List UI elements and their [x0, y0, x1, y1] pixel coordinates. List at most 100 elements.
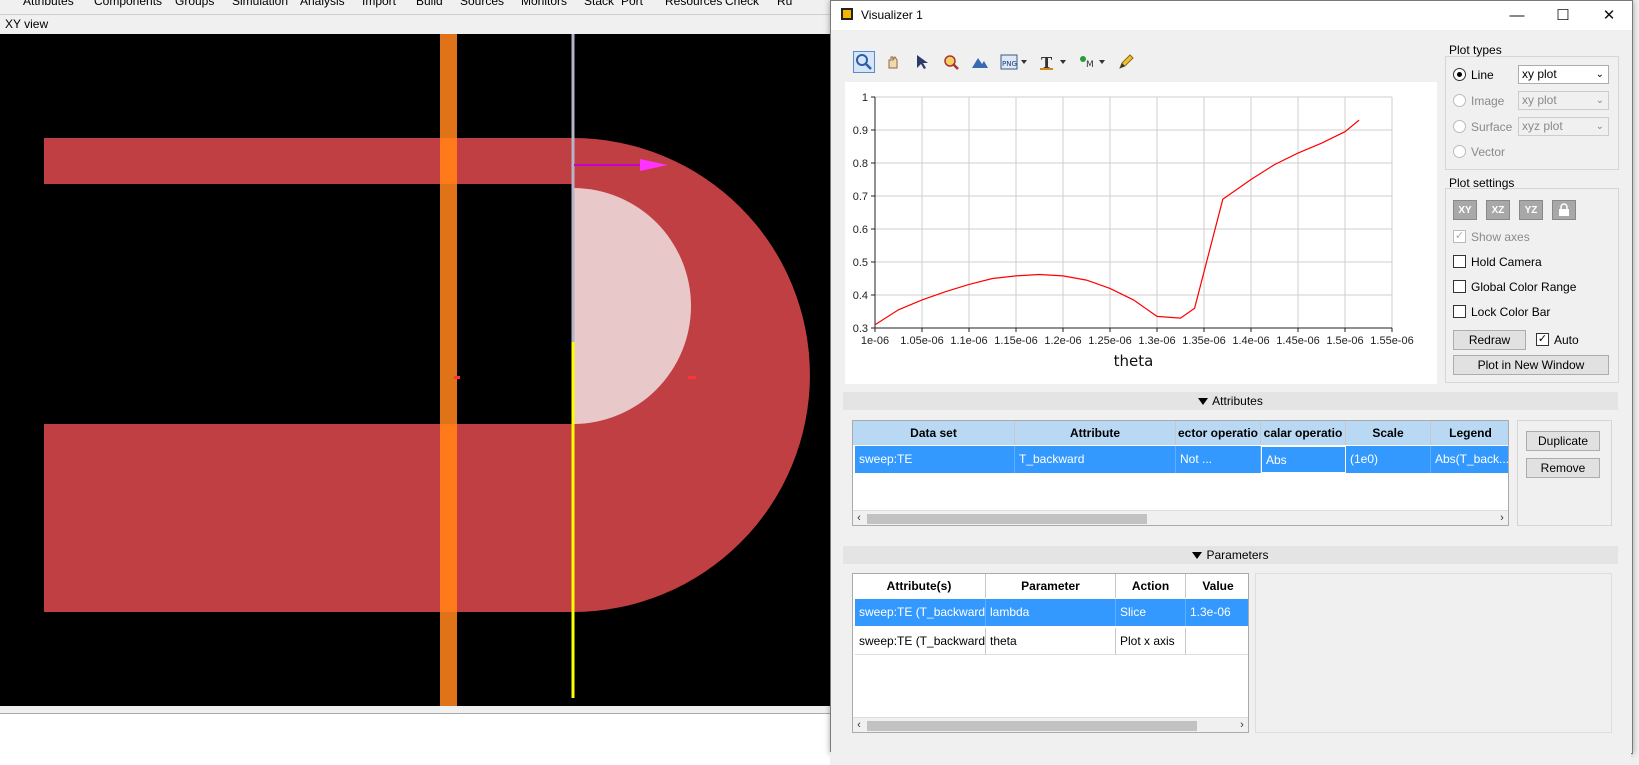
header-attribute[interactable]: Attribute — [1015, 421, 1176, 445]
svg-text:PNG: PNG — [1002, 60, 1017, 68]
x-tick-label: 1.2e-06 — [1044, 335, 1081, 347]
export-png-icon[interactable]: PNG — [998, 51, 1032, 73]
header-vector-operation[interactable]: ector operatio — [1176, 421, 1261, 445]
lock-icon[interactable] — [1552, 200, 1576, 220]
collapse-triangle-icon — [1192, 552, 1203, 560]
menu-item[interactable]: Import — [362, 0, 396, 8]
zoom-icon[interactable] — [853, 51, 875, 73]
vector-radio[interactable] — [1453, 145, 1466, 158]
scrollbar-thumb[interactable] — [867, 721, 1197, 731]
menu-item[interactable]: Simulation — [232, 0, 288, 8]
scrollbar-thumb[interactable] — [867, 514, 1147, 524]
scroll-left-icon[interactable]: ‹ — [853, 718, 865, 732]
redraw-button[interactable]: Redraw — [1453, 330, 1526, 350]
cell-data-set[interactable]: sweep:TE — [855, 446, 1015, 473]
line-plot[interactable]: 1e-06 1.05e-06 1.1e-06 1.15e-06 1.2e-06 1.25e… — [845, 82, 1437, 384]
y-tick-label: 1 — [862, 92, 868, 104]
cell-parameter[interactable]: theta — [986, 628, 1116, 655]
menu-item[interactable]: Build — [416, 0, 443, 8]
menu-item[interactable]: Check — [725, 0, 759, 8]
scroll-left-icon[interactable]: ‹ — [853, 511, 865, 525]
cell-attributes[interactable]: sweep:TE (T_backward) — [855, 599, 986, 626]
menu-item[interactable]: Analysis — [300, 0, 345, 8]
menu-item[interactable]: Attributes — [23, 0, 74, 8]
header-scale[interactable]: Scale — [1346, 421, 1431, 445]
menu-item[interactable]: Resources — [665, 0, 722, 8]
scroll-right-icon[interactable]: › — [1496, 511, 1508, 525]
parameters-horizontal-scrollbar[interactable]: ‹ › — [853, 717, 1248, 732]
attributes-table: Data set Attribute ector operatio calar … — [852, 420, 1509, 526]
xz-plane-button[interactable]: XZ — [1486, 200, 1510, 220]
auto-checkbox[interactable]: ✓ — [1536, 333, 1549, 346]
maximize-button[interactable]: ☐ — [1540, 1, 1586, 30]
menu-item[interactable]: Port — [621, 0, 643, 8]
close-button[interactable]: ✕ — [1586, 1, 1632, 30]
text-icon[interactable]: T — [1037, 51, 1071, 73]
select-icon[interactable] — [911, 51, 933, 73]
hold-camera-checkbox[interactable] — [1453, 255, 1466, 268]
global-color-range-checkbox[interactable] — [1453, 280, 1466, 293]
cell-scalar-operation[interactable]: Abs — [1261, 446, 1346, 473]
menu-item[interactable]: Components — [94, 0, 162, 8]
duplicate-button[interactable]: Duplicate — [1526, 431, 1600, 451]
attributes-section-header[interactable]: Attributes — [843, 392, 1618, 410]
marker-icon[interactable]: M — [1076, 51, 1110, 73]
cell-action[interactable]: Slice — [1116, 599, 1186, 626]
attributes-horizontal-scrollbar[interactable]: ‹ › — [853, 510, 1508, 525]
cell-value[interactable]: 1.3e-06 — [1186, 599, 1248, 626]
show-axes-label: Show axes — [1471, 230, 1530, 244]
show-axes-checkbox[interactable]: ✓ — [1453, 230, 1466, 243]
cell-scale[interactable]: (1e0) — [1346, 446, 1431, 473]
header-data-set[interactable]: Data set — [853, 421, 1015, 445]
vector-label: Vector — [1471, 145, 1506, 159]
top-waveguide — [44, 138, 574, 184]
surface-plot-type-dropdown[interactable]: xyz plot ⌄ — [1518, 117, 1609, 136]
x-tick-label: 1.15e-06 — [994, 335, 1037, 347]
layout-canvas[interactable] — [0, 34, 830, 706]
header-parameter[interactable]: Parameter — [986, 574, 1116, 598]
pencil-icon[interactable] — [1115, 51, 1137, 73]
x-tick-label: 1.25e-06 — [1088, 335, 1131, 347]
parameters-section-header[interactable]: Parameters — [843, 546, 1618, 564]
menu-item[interactable]: Groups — [175, 0, 214, 8]
menu-item[interactable]: Sources — [460, 0, 504, 8]
scroll-right-icon[interactable]: › — [1236, 718, 1248, 732]
menu-item[interactable]: Monitors — [521, 0, 567, 8]
x-tick-label: 1.45e-06 — [1276, 335, 1319, 347]
cell-vector-operation[interactable]: Not ... — [1176, 446, 1261, 473]
cell-value[interactable] — [1186, 628, 1248, 655]
line-plot-type-dropdown[interactable]: xy plot ⌄ — [1518, 65, 1609, 84]
title-bar: Visualizer 1 — ☐ ✕ — [831, 1, 1632, 30]
surface-radio[interactable] — [1453, 120, 1466, 133]
y-tick-label: 0.9 — [853, 125, 868, 137]
lock-color-bar-checkbox[interactable] — [1453, 305, 1466, 318]
cell-legend[interactable]: Abs(T_back... — [1431, 446, 1508, 473]
plot-in-new-window-button[interactable]: Plot in New Window — [1453, 355, 1609, 375]
header-value[interactable]: Value — [1186, 574, 1248, 598]
x-tick-label: 1.55e-06 — [1370, 335, 1413, 347]
x-tick-label: 1.3e-06 — [1138, 335, 1175, 347]
header-legend[interactable]: Legend — [1431, 421, 1508, 445]
cell-action[interactable]: Plot x axis — [1116, 628, 1186, 655]
remove-button[interactable]: Remove — [1526, 458, 1600, 478]
pan-icon[interactable] — [882, 51, 904, 73]
header-scalar-operation[interactable]: calar operatio — [1261, 421, 1346, 445]
minimize-button[interactable]: — — [1494, 1, 1540, 30]
view-icon[interactable] — [969, 51, 991, 73]
menu-item[interactable]: Ru — [777, 0, 792, 8]
image-plot-type-dropdown[interactable]: xy plot ⌄ — [1518, 91, 1609, 110]
yz-plane-button[interactable]: YZ — [1519, 200, 1543, 220]
parameter-detail-panel — [1255, 573, 1612, 733]
cell-parameter[interactable]: lambda — [986, 599, 1116, 626]
cell-attribute[interactable]: T_backward — [1015, 446, 1176, 473]
cell-attributes[interactable]: sweep:TE (T_backward) — [855, 628, 986, 655]
xy-plane-button[interactable]: XY — [1453, 200, 1477, 220]
zoom-region-icon[interactable] — [940, 51, 962, 73]
header-action[interactable]: Action — [1116, 574, 1186, 598]
header-attributes[interactable]: Attribute(s) — [853, 574, 986, 598]
image-radio[interactable] — [1453, 94, 1466, 107]
plot-settings-title: Plot settings — [1449, 176, 1515, 190]
line-radio[interactable] — [1453, 68, 1466, 81]
menu-item[interactable]: Stack — [584, 0, 614, 8]
y-tick-label: 0.5 — [853, 257, 868, 269]
